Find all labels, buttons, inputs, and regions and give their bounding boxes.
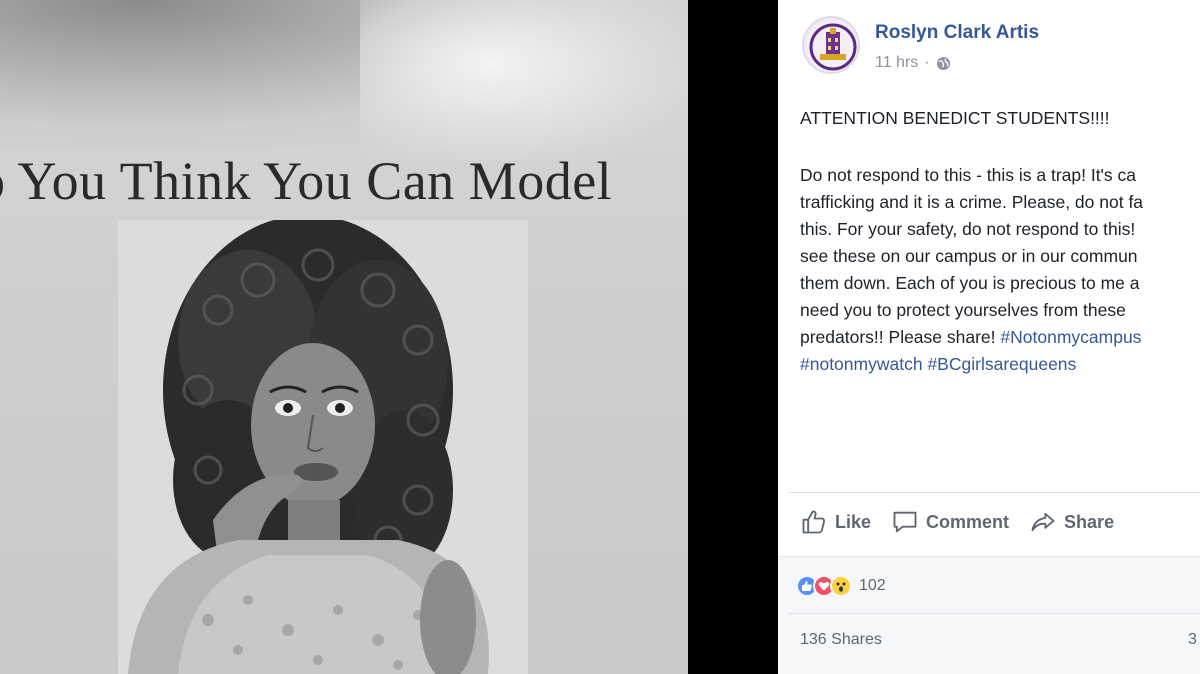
thumbs-up-icon — [800, 508, 828, 536]
comments-count[interactable]: 3 — [1188, 631, 1197, 649]
meta-separator: · — [924, 54, 930, 71]
post-meta: 11 hrs · — [875, 54, 951, 72]
globe-icon[interactable] — [936, 56, 951, 71]
author-name[interactable]: Roslyn Clark Artis — [875, 22, 1039, 44]
divider — [788, 492, 1200, 493]
model-portrait — [118, 220, 528, 674]
share-button[interactable]: Share — [1029, 508, 1114, 536]
reaction-count: 102 — [859, 577, 886, 594]
comment-icon — [891, 508, 919, 536]
post-time[interactable]: 11 hrs — [875, 54, 918, 72]
body-line: them down. Each of you is precious to me… — [800, 273, 1140, 293]
body-line-text: predators!! Please share! — [800, 327, 1001, 347]
reactions-summary[interactable]: 102 — [796, 575, 886, 597]
body-line: need you to protect yourselves from thes… — [800, 300, 1126, 320]
author-avatar[interactable] — [802, 16, 860, 74]
post-stats: 102 136 Shares 3 — [778, 556, 1200, 674]
share-label: Share — [1064, 511, 1115, 532]
hashtag-bcgirlsarequeens[interactable]: #BCgirlsarequeens — [927, 354, 1076, 374]
wow-reaction-icon — [830, 575, 852, 597]
comment-button[interactable]: Comment — [891, 508, 1009, 536]
photo-border — [688, 0, 780, 674]
like-label: Like — [835, 511, 872, 532]
body-line: trafficking and it is a crime. Please, d… — [800, 192, 1144, 212]
body-line: this. For your safety, do not respond to… — [800, 219, 1136, 239]
body-line-with-tag: predators!! Please share! #Notonmycampus — [800, 324, 1200, 351]
poster-photo[interactable]: o You Think You Can Model — [0, 0, 688, 674]
share-icon — [1029, 508, 1057, 536]
photo-glare — [360, 0, 688, 160]
post-body: Do not respond to this - this is a trap!… — [800, 162, 1200, 378]
facebook-post: Roslyn Clark Artis 11 hrs · ATTENTION BE… — [778, 0, 1200, 674]
hashtag-line: #notonmywatch #BCgirlsarequeens — [800, 351, 1200, 378]
poster-title: o You Think You Can Model — [0, 151, 613, 211]
body-line: see these on our campus or in our commun — [800, 246, 1138, 266]
divider — [788, 613, 1200, 614]
hashtag-notonmywatch[interactable]: #notonmywatch — [800, 354, 923, 374]
post-headline: ATTENTION BENEDICT STUDENTS!!!! — [800, 108, 1110, 128]
shares-count[interactable]: 136 Shares — [800, 631, 882, 649]
hashtag-notonmycampus[interactable]: #Notonmycampus — [1000, 327, 1141, 347]
like-button[interactable]: Like — [800, 508, 871, 536]
post-actions: Like Comment Share — [800, 508, 1114, 536]
body-line: Do not respond to this - this is a trap!… — [800, 165, 1136, 185]
comment-label: Comment — [926, 511, 1010, 532]
